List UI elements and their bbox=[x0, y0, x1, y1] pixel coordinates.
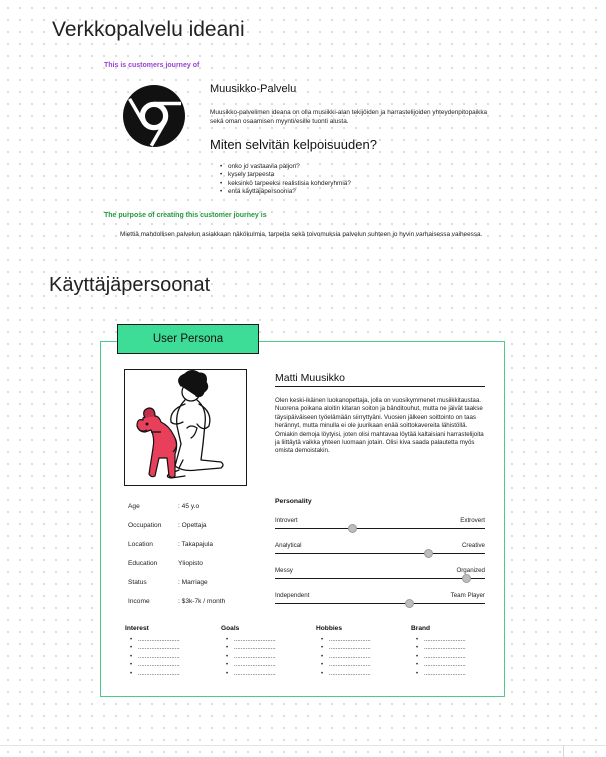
trait-slider-introvert[interactable]: Introvert Extrovert bbox=[275, 517, 485, 533]
interest-list: •......................... •............… bbox=[130, 636, 180, 678]
list-item: onko jo vastaavia paljon? bbox=[220, 163, 351, 172]
persona-name: Matti Muusikko bbox=[275, 372, 346, 384]
trait-left-label: Messy bbox=[275, 567, 293, 574]
info-value: : $3k-7k / month bbox=[178, 598, 226, 605]
slider-knob-icon[interactable] bbox=[348, 524, 358, 533]
info-value: : 45 y.o bbox=[178, 503, 200, 510]
list-item: kysely tarpeesta bbox=[220, 171, 351, 180]
service-title: Muusikko-Palvelu bbox=[210, 83, 297, 95]
personas-title: Käyttäjäpersoonat bbox=[49, 274, 211, 296]
brand-list: •......................... •............… bbox=[416, 636, 466, 678]
list-item: •......................... bbox=[416, 653, 466, 660]
trait-right-label: Extrovert bbox=[460, 517, 485, 524]
hobbies-list: •......................... •............… bbox=[321, 636, 371, 678]
trait-slider-independent[interactable]: Independent Team Player bbox=[275, 592, 485, 608]
trait-left-label: Analytical bbox=[275, 542, 302, 549]
list-item: •......................... bbox=[321, 653, 371, 660]
chrome-logo-icon bbox=[122, 84, 186, 148]
persona-tab-label: User Persona bbox=[117, 324, 259, 354]
trait-slider-messy[interactable]: Messy Organized bbox=[275, 567, 485, 583]
persona-bio: Olen keski-ikäinen luokanopettaja, jolla… bbox=[275, 397, 484, 455]
page-title: Verkkopalvelu ideani bbox=[52, 18, 245, 41]
list-item: •......................... bbox=[416, 637, 466, 643]
list-item: •......................... bbox=[130, 662, 180, 669]
list-item: •......................... bbox=[226, 662, 276, 669]
trait-right-label: Creative bbox=[461, 542, 485, 549]
info-label: Age bbox=[128, 503, 140, 510]
info-label: Location bbox=[128, 541, 153, 548]
slider-knob-icon[interactable] bbox=[404, 599, 414, 608]
info-label: Income bbox=[128, 598, 150, 605]
list-item: •......................... bbox=[226, 653, 276, 660]
list-item: •......................... bbox=[321, 645, 371, 652]
trait-right-label: Organized bbox=[456, 567, 485, 574]
persona-illustration bbox=[136, 370, 224, 479]
slider-knob-icon[interactable] bbox=[423, 549, 433, 558]
list-item: •......................... bbox=[226, 670, 276, 677]
trait-right-label: Team Player bbox=[450, 592, 485, 599]
list-item: keksinkö tarpeeksi realistisia kohderyhm… bbox=[220, 180, 351, 189]
list-item: •......................... bbox=[416, 662, 466, 669]
question-title: Miten selvitän kelpoisuuden? bbox=[210, 137, 377, 152]
info-label: Education bbox=[128, 560, 158, 567]
info-value: Yliopisto bbox=[178, 560, 203, 567]
journey-tag: This is customers journey of bbox=[104, 62, 200, 69]
persona-portrait bbox=[124, 369, 247, 486]
trait-left-label: Introvert bbox=[275, 517, 298, 524]
purpose-tag: The purpose of creating this customer jo… bbox=[104, 212, 267, 219]
divider bbox=[563, 745, 564, 757]
list-item: •......................... bbox=[321, 637, 371, 643]
list-item: •......................... bbox=[130, 645, 180, 652]
service-description: Muusikko-palvelimen ideana on olla musii… bbox=[210, 109, 488, 125]
goals-list: •......................... •............… bbox=[226, 636, 276, 678]
slider-track bbox=[275, 603, 485, 604]
info-label: Status bbox=[128, 579, 147, 586]
column-title-interest: Interest bbox=[125, 625, 149, 632]
list-item: •......................... bbox=[321, 662, 371, 669]
list-item: •......................... bbox=[226, 637, 276, 643]
list-item: •......................... bbox=[130, 653, 180, 660]
slider-track bbox=[275, 578, 485, 579]
list-item: •......................... bbox=[416, 670, 466, 677]
personality-title: Personality bbox=[275, 498, 312, 505]
info-label: Occupation bbox=[128, 522, 162, 529]
list-item: entä käyttäjäpersoonia? bbox=[220, 188, 351, 197]
column-title-goals: Goals bbox=[221, 625, 240, 632]
list-item: •......................... bbox=[416, 645, 466, 652]
purpose-description: Miettiä mahdollisen palvelun asiakkaan n… bbox=[120, 231, 483, 238]
question-list: onko jo vastaavia paljon? kysely tarpees… bbox=[220, 163, 351, 197]
list-item: •......................... bbox=[321, 670, 371, 677]
slider-track bbox=[275, 553, 485, 554]
column-title-brand: Brand bbox=[411, 625, 431, 632]
trait-slider-analytical[interactable]: Analytical Creative bbox=[275, 542, 485, 558]
column-title-hobbies: Hobbies bbox=[316, 625, 343, 632]
slider-track bbox=[275, 528, 485, 529]
slider-knob-icon[interactable] bbox=[461, 574, 471, 583]
list-item: •......................... bbox=[130, 670, 180, 677]
divider bbox=[0, 745, 606, 746]
divider bbox=[275, 386, 485, 387]
trait-left-label: Independent bbox=[275, 592, 310, 599]
info-value: : Marriage bbox=[178, 579, 208, 586]
info-value: : Takapajula bbox=[178, 541, 214, 548]
list-item: •......................... bbox=[226, 645, 276, 652]
info-value: : Opettaja bbox=[178, 522, 207, 529]
list-item: •......................... bbox=[130, 637, 180, 643]
